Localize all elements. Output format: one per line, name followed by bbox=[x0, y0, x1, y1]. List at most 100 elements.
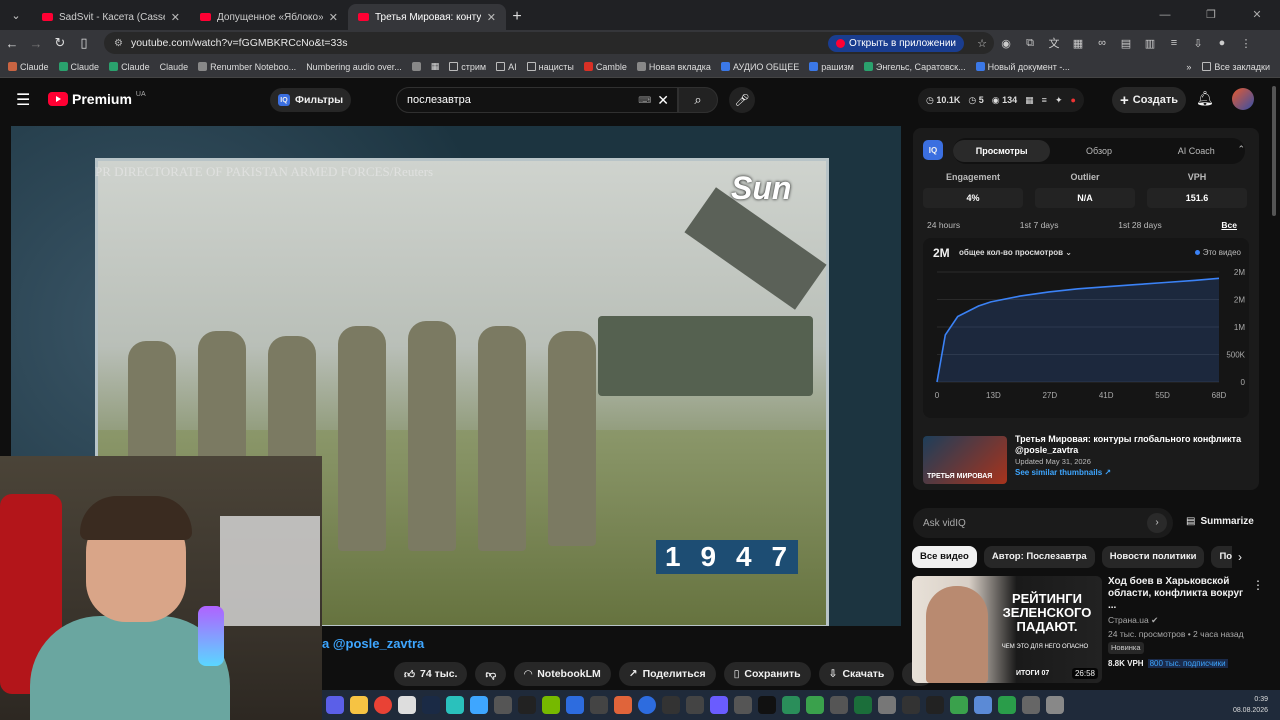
x-icon[interactable] bbox=[926, 696, 944, 714]
save-button[interactable]: ▯ Сохранить bbox=[723, 662, 811, 686]
capcut-icon[interactable] bbox=[662, 696, 680, 714]
bookmark-rashizm[interactable]: рашизм bbox=[809, 62, 854, 72]
kebab-menu-icon[interactable]: ⋮ bbox=[1234, 37, 1258, 50]
bookmark-engels[interactable]: Энгельс, Саратовск... bbox=[863, 62, 966, 72]
bookmark-star-icon[interactable]: ☆ bbox=[970, 37, 994, 50]
bookmark-renumber[interactable]: Renumber Noteboo... bbox=[198, 62, 296, 72]
app-icon[interactable] bbox=[782, 696, 800, 714]
folder-icon[interactable] bbox=[350, 696, 368, 714]
bookmark-grid[interactable]: ▦ bbox=[431, 61, 440, 72]
range-all[interactable]: Все bbox=[1221, 220, 1237, 230]
bookmark-claude[interactable]: Claude bbox=[58, 62, 99, 72]
app-icon[interactable] bbox=[590, 696, 608, 714]
kebab-menu-icon[interactable]: ⋮ bbox=[1252, 578, 1264, 592]
clear-search-icon[interactable]: ✕ bbox=[657, 92, 669, 109]
profile-icon[interactable]: ● bbox=[1210, 37, 1234, 49]
file-icon[interactable] bbox=[398, 696, 416, 714]
site-info-icon[interactable]: ⚙ bbox=[114, 38, 123, 49]
tab-views[interactable]: Просмотры bbox=[953, 140, 1051, 162]
range-7d[interactable]: 1st 7 days bbox=[1020, 220, 1059, 230]
recommended-thumbnail[interactable]: РЕЙТИНГИ ЗЕЛЕНСКОГО ПАДАЮТ. ЧЕМ ЭТО ДЛЯ … bbox=[912, 576, 1102, 683]
download-icon[interactable]: ⇩ bbox=[1186, 37, 1210, 50]
youtube-premium-logo[interactable]: Premium UA bbox=[48, 91, 146, 107]
download-button[interactable]: ⇩ Скачать bbox=[818, 662, 895, 686]
related-video-card[interactable]: ТРЕТЬЯ МИРОВАЯ Третья Мировая: контуры г… bbox=[923, 434, 1253, 484]
bookmark-new-tab[interactable]: Новая вкладка bbox=[636, 62, 711, 72]
search-input[interactable]: послезавтра ⌨ ✕ bbox=[396, 87, 678, 113]
create-button[interactable]: + Создать bbox=[1112, 87, 1186, 113]
chip-author[interactable]: Автор: Послезавтра bbox=[983, 546, 1095, 568]
extension-icon[interactable]: ◉ bbox=[994, 37, 1018, 50]
app-icon[interactable] bbox=[734, 696, 752, 714]
bookmark-new-doc[interactable]: Новый документ -... bbox=[975, 62, 1070, 72]
tab-yabloko[interactable]: Допущенное «Яблоко» хотят ✕ bbox=[190, 4, 348, 30]
app-icon[interactable] bbox=[878, 696, 896, 714]
translate-icon[interactable]: 文 bbox=[1042, 35, 1066, 51]
close-icon[interactable]: ✕ bbox=[487, 11, 496, 24]
tab-overview[interactable]: Обзор bbox=[1050, 140, 1147, 162]
excel-icon[interactable] bbox=[998, 696, 1016, 714]
xbox-icon[interactable] bbox=[854, 696, 872, 714]
vidiq-filters-button[interactable]: IQ Фильтры bbox=[270, 88, 352, 112]
minimize-button[interactable]: — bbox=[1142, 0, 1188, 30]
obs-icon[interactable] bbox=[902, 696, 920, 714]
bookmark-audio[interactable]: АУДИО ОБЩЕЕ bbox=[720, 62, 799, 72]
range-28d[interactable]: 1st 28 days bbox=[1118, 220, 1161, 230]
related-thumbnail[interactable]: ТРЕТЬЯ МИРОВАЯ bbox=[923, 436, 1007, 484]
app-icon[interactable] bbox=[494, 696, 512, 714]
bookmark-numbering[interactable]: Numbering audio over... bbox=[306, 62, 402, 72]
app-icon[interactable] bbox=[566, 696, 584, 714]
nvidia-icon[interactable] bbox=[542, 696, 560, 714]
metric-dropdown[interactable]: общее кол-во просмотров ⌄ bbox=[959, 248, 1072, 257]
grid-icon[interactable]: ▦ bbox=[1066, 37, 1090, 50]
openai-icon[interactable] bbox=[686, 696, 704, 714]
tab-sadsvit[interactable]: SadSvit - Касета (Cassette 202 ✕ bbox=[32, 4, 190, 30]
telegram-icon[interactable] bbox=[470, 696, 488, 714]
chevron-right-icon[interactable]: › bbox=[1147, 513, 1167, 533]
bookmark-camble[interactable]: Camble bbox=[583, 62, 627, 72]
chip-politics-news[interactable]: Новости политики bbox=[1101, 546, 1205, 568]
bookmark-claude[interactable]: Claude bbox=[160, 62, 189, 72]
tab-ai-coach[interactable]: AI Coach bbox=[1148, 140, 1245, 162]
terminal-icon[interactable] bbox=[518, 696, 536, 714]
recommended-channel[interactable]: Страна.ua ✔ bbox=[1108, 614, 1248, 626]
share-button[interactable]: ↗ Поделиться bbox=[618, 662, 716, 686]
reload-button[interactable]: ↻ bbox=[48, 35, 72, 51]
vidiq-tools-icon[interactable]: ✦ bbox=[1055, 95, 1063, 106]
bookmark-claude[interactable]: Claude bbox=[8, 62, 49, 72]
discord-icon[interactable] bbox=[326, 696, 344, 714]
dislike-button[interactable]: 👎︎ bbox=[475, 662, 507, 686]
steam-icon[interactable] bbox=[422, 696, 440, 714]
tab-search-button[interactable]: ⌄ bbox=[4, 3, 28, 27]
avatar[interactable] bbox=[1232, 88, 1254, 110]
search-button[interactable]: ⌕ bbox=[678, 87, 718, 113]
chevron-up-icon[interactable]: ⌃ bbox=[1237, 144, 1245, 155]
system-clock[interactable]: 0:39 08.08.2026 bbox=[1233, 694, 1268, 716]
summarize-button[interactable]: ▤ Summarize bbox=[1186, 516, 1254, 527]
puzzle-icon[interactable]: ⧉ bbox=[1018, 37, 1042, 50]
app-icon[interactable] bbox=[614, 696, 632, 714]
recommended-video[interactable]: РЕЙТИНГИ ЗЕЛЕНСКОГО ПАДАЮТ. ЧЕМ ЭТО ДЛЯ … bbox=[912, 576, 1264, 684]
ask-vidiq-input[interactable]: Ask vidIQ › bbox=[913, 508, 1173, 538]
app-icon[interactable] bbox=[806, 696, 824, 714]
settings-icon[interactable] bbox=[1046, 696, 1064, 714]
menu-lines-icon[interactable]: ≡ bbox=[1162, 37, 1186, 49]
all-bookmarks[interactable]: » Все закладки bbox=[1186, 62, 1270, 72]
record-icon[interactable]: ● bbox=[1070, 95, 1075, 105]
sidebar-toggle-icon[interactable]: ▯ bbox=[72, 35, 96, 51]
see-similar-thumbnails-link[interactable]: See similar thumbnails ↗ bbox=[1015, 467, 1255, 478]
app-icon[interactable] bbox=[974, 696, 992, 714]
notebooklm-button[interactable]: ◠ NotebookLM bbox=[514, 662, 611, 686]
new-tab-button[interactable]: + bbox=[506, 4, 528, 30]
back-button[interactable]: ← bbox=[0, 36, 24, 51]
app-icon[interactable] bbox=[1022, 696, 1040, 714]
notifications-bell-icon[interactable]: 🔔︎ bbox=[1196, 90, 1214, 107]
tab-active-video[interactable]: Третья Мировая: контуры гло ✕ bbox=[348, 4, 506, 30]
close-window-button[interactable]: ✕ bbox=[1234, 0, 1280, 30]
tab-search-icon[interactable]: ▥ bbox=[1138, 37, 1162, 50]
grid-icon[interactable]: ▦ bbox=[1025, 95, 1034, 106]
app-icon[interactable] bbox=[638, 696, 656, 714]
recommended-title[interactable]: Ход боев в Харьковской области, конфликт… bbox=[1108, 576, 1248, 612]
page-scrollbar[interactable] bbox=[1272, 86, 1276, 216]
app-icon[interactable] bbox=[950, 696, 968, 714]
